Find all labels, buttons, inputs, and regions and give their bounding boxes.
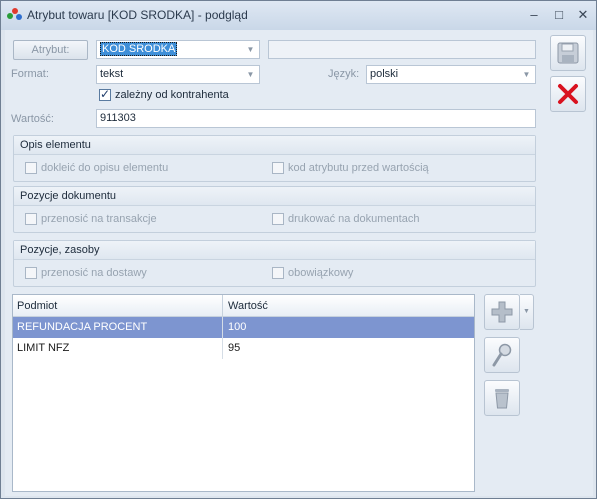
code-before-value-label: kod atrybutu przed wartością bbox=[288, 162, 429, 174]
table-row[interactable]: REFUNDACJA PROCENT 100 bbox=[13, 317, 474, 338]
add-dropdown-arrow[interactable]: ▼ bbox=[520, 294, 534, 330]
transfer-deliveries-checkbox[interactable] bbox=[25, 267, 37, 279]
transfer-transactions-label: przenosić na transakcje bbox=[41, 213, 157, 225]
value-label: Wartość: bbox=[11, 113, 54, 125]
edit-button[interactable] bbox=[484, 337, 520, 373]
value-field[interactable]: 911303 bbox=[96, 109, 536, 128]
cell-podmiot: REFUNDACJA PROCENT bbox=[17, 321, 148, 333]
column-header-podmiot[interactable]: Podmiot bbox=[17, 300, 57, 312]
maximize-button[interactable]: □ bbox=[551, 7, 567, 23]
print-documents-checkbox[interactable] bbox=[272, 213, 284, 225]
minimize-button[interactable]: – bbox=[526, 7, 542, 23]
close-button[interactable]: ✕ bbox=[575, 7, 591, 23]
language-label: Język: bbox=[328, 68, 360, 80]
language-value: polski bbox=[370, 68, 399, 80]
save-button[interactable] bbox=[550, 35, 586, 71]
mandatory-label: obowiązkowy bbox=[288, 267, 354, 279]
cancel-x-icon bbox=[558, 84, 578, 104]
app-logo-icon bbox=[7, 8, 23, 24]
chevron-down-icon[interactable]: ▼ bbox=[520, 68, 533, 81]
group-opis-title: Opis elementu bbox=[14, 136, 535, 155]
chevron-down-icon[interactable]: ▼ bbox=[244, 43, 257, 56]
mandatory-checkbox[interactable] bbox=[272, 267, 284, 279]
plus-icon bbox=[491, 301, 513, 323]
cell-podmiot: LIMIT NFZ bbox=[17, 342, 70, 354]
group-dokument-title: Pozycje dokumentu bbox=[14, 187, 535, 206]
save-floppy-icon bbox=[557, 42, 579, 64]
attribute-code-combo[interactable]: KOD SRODKA ▼ bbox=[96, 40, 260, 59]
group-opis-elementu: Opis elementu dokleić do opisu elementu … bbox=[13, 135, 536, 182]
table-header: Podmiot Wartość bbox=[13, 295, 474, 317]
column-header-wartosc[interactable]: Wartość bbox=[228, 300, 268, 312]
trash-icon bbox=[495, 389, 509, 409]
attribute-name-field bbox=[268, 40, 536, 59]
cancel-button[interactable] bbox=[550, 76, 586, 112]
language-combo[interactable]: polski ▼ bbox=[366, 65, 536, 84]
format-combo[interactable]: tekst ▼ bbox=[96, 65, 260, 84]
dialog-window: Atrybut towaru [KOD SRODKA] - podgląd – … bbox=[0, 0, 597, 499]
magnifier-icon bbox=[492, 343, 512, 367]
contractor-dependent-checkbox[interactable] bbox=[99, 87, 111, 101]
delete-button[interactable] bbox=[484, 380, 520, 416]
add-button[interactable] bbox=[484, 294, 520, 330]
format-label: Format: bbox=[11, 68, 49, 80]
table-row[interactable]: LIMIT NFZ 95 bbox=[13, 338, 474, 359]
print-documents-label: drukować na dokumentach bbox=[288, 213, 420, 225]
title-bar: Atrybut towaru [KOD SRODKA] - podgląd – … bbox=[1, 1, 596, 30]
transfer-transactions-checkbox[interactable] bbox=[25, 213, 37, 225]
chevron-down-icon[interactable]: ▼ bbox=[244, 68, 257, 81]
attribute-button[interactable]: Atrybut: bbox=[13, 40, 88, 60]
code-before-value-checkbox[interactable] bbox=[272, 162, 284, 174]
append-description-checkbox[interactable] bbox=[25, 162, 37, 174]
contractor-dependent-label: zależny od kontrahenta bbox=[115, 89, 229, 101]
group-zasoby-title: Pozycje, zasoby bbox=[14, 241, 535, 260]
append-description-label: dokleić do opisu elementu bbox=[41, 162, 169, 174]
cell-wartosc: 100 bbox=[228, 321, 247, 333]
dialog-body: Atrybut: KOD SRODKA ▼ Format: tekst ▼ Ję… bbox=[5, 30, 593, 496]
transfer-deliveries-label: przenosić na dostawy bbox=[41, 267, 147, 279]
entity-values-table[interactable]: Podmiot Wartość REFUNDACJA PROCENT 100 L… bbox=[12, 294, 475, 492]
attribute-code-value: KOD SRODKA bbox=[100, 42, 178, 56]
format-value: tekst bbox=[100, 68, 124, 80]
group-pozycje-zasoby: Pozycje, zasoby przenosić na dostawy obo… bbox=[13, 240, 536, 287]
group-pozycje-dokumentu: Pozycje dokumentu przenosić na transakcj… bbox=[13, 186, 536, 233]
window-title: Atrybut towaru [KOD SRODKA] - podgląd bbox=[27, 8, 248, 22]
cell-wartosc: 95 bbox=[228, 342, 241, 354]
